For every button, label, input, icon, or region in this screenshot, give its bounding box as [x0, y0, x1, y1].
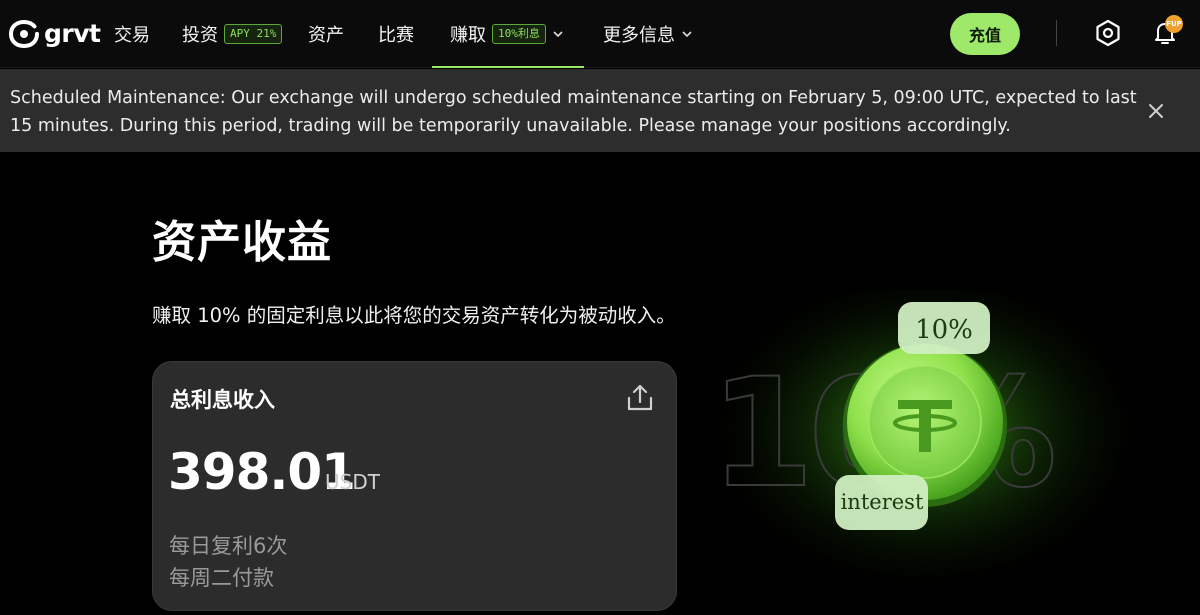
- nav-item-assets[interactable]: 资产: [308, 0, 344, 68]
- logo[interactable]: grvt: [8, 19, 101, 49]
- interest-badge: 10%利息: [492, 24, 546, 44]
- nav-item-label: 资产: [308, 25, 344, 46]
- hexagon-settings-icon: [1096, 19, 1120, 47]
- maintenance-text: Scheduled Maintenance: Our exchange will…: [10, 88, 1137, 136]
- top-nav: grvt 交易 投资 APY 21% 资产 比赛 赚取 10%利息 更多信息 充…: [0, 0, 1200, 68]
- interest-illustration: 10% 10% interest: [700, 290, 1155, 590]
- nav-item-label: 交易: [114, 25, 150, 46]
- interest-income-card: 总利息收入 398.01 USDT 每日复利6次 每周二付款: [152, 361, 677, 611]
- share-icon[interactable]: [624, 382, 656, 414]
- maintenance-banner: Scheduled Maintenance: Our exchange will…: [0, 69, 1200, 152]
- grvt-logo-icon: [8, 20, 40, 48]
- apy-badge: APY 21%: [224, 24, 283, 44]
- page-title: 资产收益: [152, 217, 332, 268]
- nav-item-label: 赚取: [450, 25, 486, 46]
- nav-item-invest[interactable]: 投资 APY 21%: [182, 0, 283, 68]
- nav-item-label: 比赛: [378, 25, 414, 46]
- nav-item-trade[interactable]: 交易: [114, 0, 150, 68]
- nav-item-label: 更多信息: [603, 25, 675, 46]
- notifications-button[interactable]: FUP: [1150, 15, 1183, 48]
- nav-divider: [1056, 20, 1057, 46]
- settings-button[interactable]: [1093, 18, 1123, 48]
- close-icon[interactable]: [1146, 101, 1166, 121]
- page-subtitle: 赚取 10% 的固定利息以此将您的交易资产转化为被动收入。: [152, 304, 676, 327]
- deposit-button[interactable]: 充值: [950, 13, 1020, 55]
- amount-unit: USDT: [325, 470, 380, 494]
- rate-bubble: 10%: [898, 302, 990, 354]
- rate-bubble-text: 10%: [915, 315, 973, 345]
- nav-item-more[interactable]: 更多信息: [603, 0, 693, 68]
- logo-text: grvt: [44, 19, 101, 48]
- nav-item-competition[interactable]: 比赛: [378, 0, 414, 68]
- nav-item-label: 投资: [182, 25, 218, 46]
- payout-schedule: 每周二付款: [169, 566, 274, 590]
- nav-item-earn[interactable]: 赚取 10%利息: [432, 0, 584, 68]
- chevron-down-icon: [682, 31, 692, 38]
- compound-frequency: 每日复利6次: [169, 534, 288, 558]
- chevron-down-icon: [553, 31, 563, 38]
- notification-badge: FUP: [1165, 15, 1183, 33]
- interest-bubble: interest: [835, 475, 928, 530]
- card-title: 总利息收入: [170, 388, 275, 412]
- interest-bubble-text: interest: [841, 490, 924, 514]
